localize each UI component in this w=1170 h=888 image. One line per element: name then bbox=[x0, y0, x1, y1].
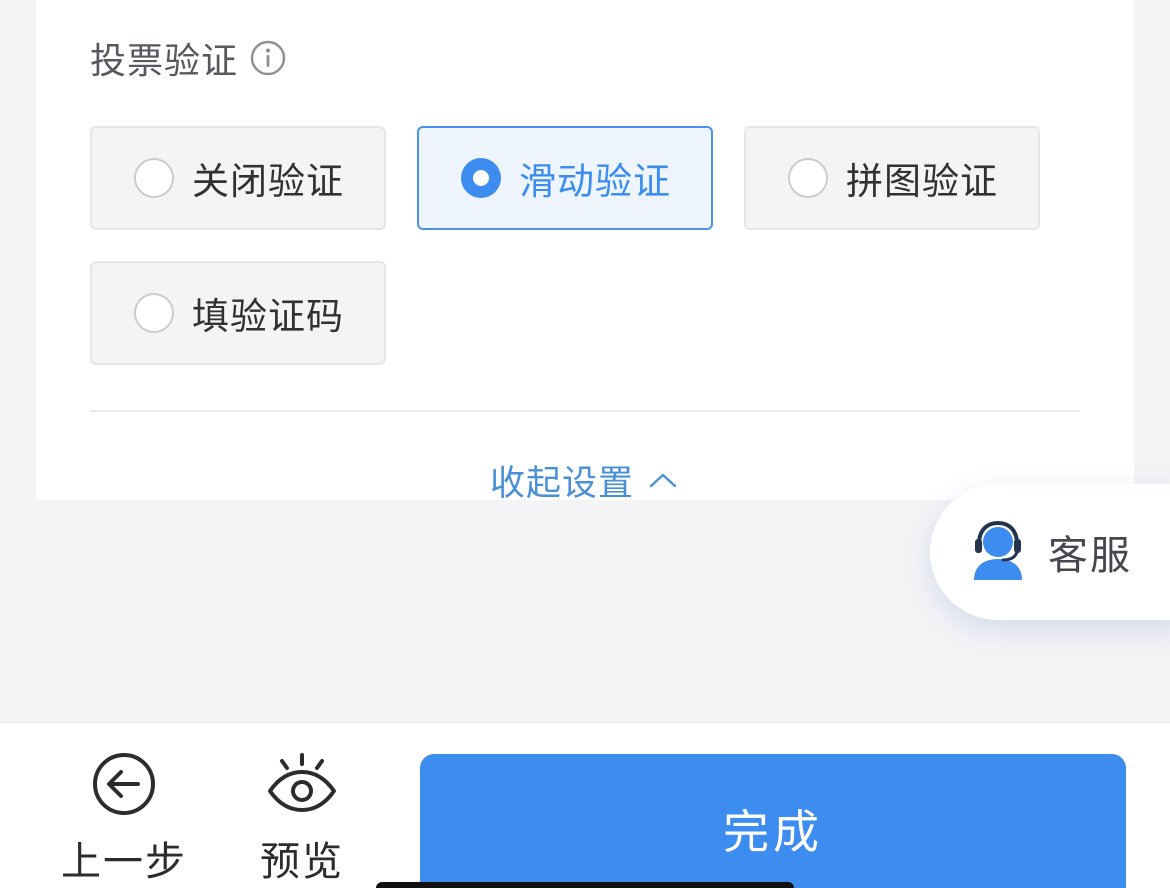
option-label: 关闭验证 bbox=[192, 160, 344, 203]
radio-icon[interactable] bbox=[788, 158, 828, 198]
eye-icon bbox=[265, 751, 339, 821]
headset-agent-icon bbox=[966, 518, 1030, 586]
option-label: 填验证码 bbox=[192, 295, 344, 338]
option-label: 拼图验证 bbox=[846, 160, 998, 203]
info-icon[interactable] bbox=[250, 40, 286, 76]
radio-icon[interactable] bbox=[134, 158, 174, 198]
divider bbox=[90, 410, 1080, 412]
arrow-left-circle-icon bbox=[91, 751, 157, 821]
collapse-label: 收起设置 bbox=[490, 463, 635, 504]
customer-service-label: 客服 bbox=[1048, 533, 1132, 579]
radio-icon[interactable] bbox=[134, 293, 174, 333]
home-indicator[interactable] bbox=[376, 882, 794, 888]
back-label: 上一步 bbox=[61, 839, 187, 885]
collapse-settings-link[interactable]: 收起设置 bbox=[490, 456, 678, 504]
option-captcha-verification[interactable]: 填验证码 bbox=[90, 261, 386, 365]
section-title: 投票验证 bbox=[90, 41, 239, 82]
page: 投票验证 关闭验证 滑动验证 拼图验证 填验证码 收起设置 客服 上一步 预览 … bbox=[0, 0, 1170, 888]
customer-service-button[interactable]: 客服 bbox=[930, 484, 1170, 620]
option-puzzle-verification[interactable]: 拼图验证 bbox=[744, 126, 1040, 230]
done-button[interactable]: 完成 bbox=[420, 754, 1126, 888]
back-button[interactable]: 上一步 bbox=[54, 751, 194, 887]
option-label: 滑动验证 bbox=[519, 160, 671, 203]
chevron-up-icon bbox=[648, 470, 678, 490]
preview-label: 预览 bbox=[260, 839, 344, 885]
preview-button[interactable]: 预览 bbox=[232, 751, 372, 887]
section-header: 投票验证 bbox=[90, 36, 286, 82]
radio-checked-icon[interactable] bbox=[461, 158, 501, 198]
bottom-action-bar: 上一步 预览 完成 bbox=[0, 722, 1170, 888]
settings-card: 投票验证 关闭验证 滑动验证 拼图验证 填验证码 收起设置 bbox=[36, 0, 1134, 504]
option-slide-verification[interactable]: 滑动验证 bbox=[417, 126, 713, 230]
option-close-verification[interactable]: 关闭验证 bbox=[90, 126, 386, 230]
